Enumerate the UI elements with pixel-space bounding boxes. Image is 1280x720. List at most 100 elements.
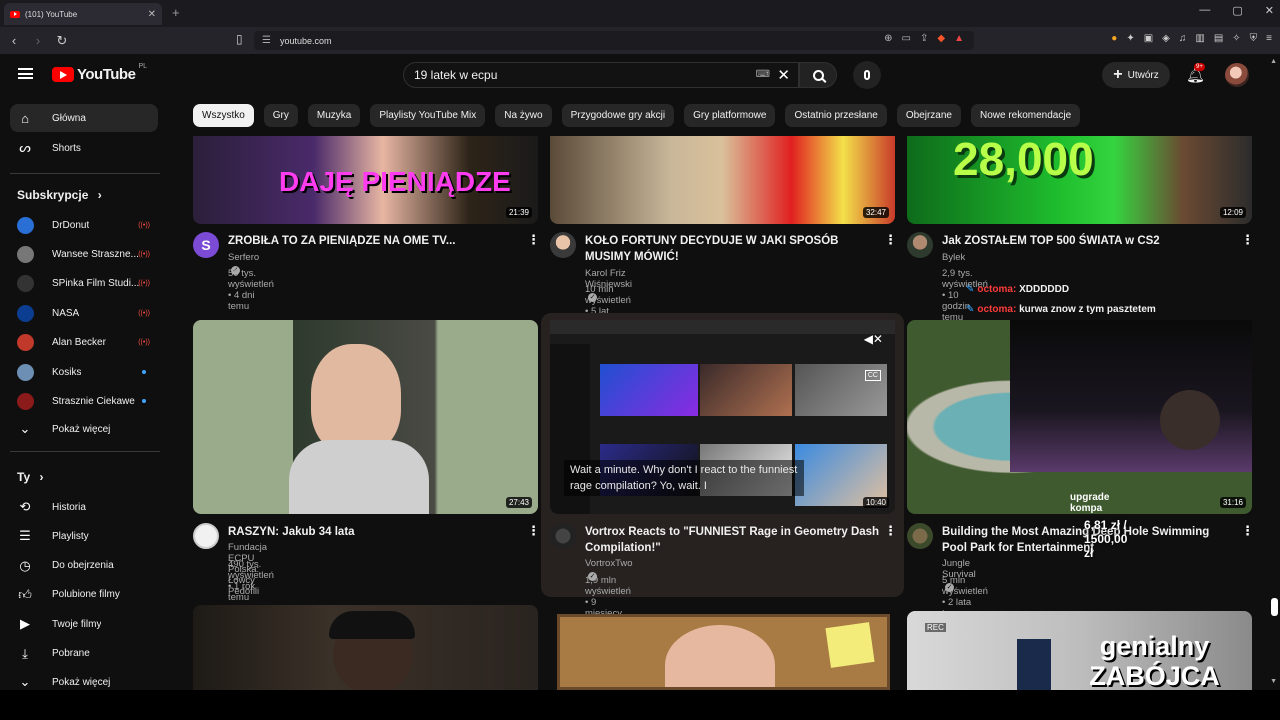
- video-title[interactable]: KOŁO FORTUNY DECYDUJE W JAKI SPOSÓB MUSI…: [585, 233, 885, 265]
- minimize-icon[interactable]: —: [1199, 4, 1210, 17]
- sidebar-item-thumbs-up[interactable]: 👍︎ Polubione filmy: [10, 581, 158, 609]
- captions-icon[interactable]: CC: [864, 370, 881, 381]
- create-button[interactable]: + Utwórz: [1102, 62, 1170, 88]
- chip-2[interactable]: Muzyka: [307, 104, 361, 127]
- video-preview[interactable]: Wait a minute. Why don't I react to the …: [550, 320, 895, 514]
- more-actions-icon[interactable]: ⋮: [884, 524, 897, 537]
- sidebar-item-shorts[interactable]: ᔕ Shorts: [10, 134, 158, 162]
- sidebar-item-playlists[interactable]: ☰ Playlisty: [10, 522, 158, 550]
- subscription-item[interactable]: Strasznie Ciekawe: [10, 387, 158, 415]
- scroll-down-icon[interactable]: ▼: [1270, 678, 1277, 685]
- chevron-down-icon: ⌄: [19, 674, 31, 689]
- extension-puzzle-icon[interactable]: ✦: [1126, 33, 1134, 44]
- address-bar[interactable]: ☰ youtube.com: [254, 31, 974, 50]
- more-actions-icon[interactable]: ⋮: [1241, 233, 1254, 246]
- sidebar-item-download[interactable]: ⤓ Pobrane: [10, 640, 158, 668]
- more-actions-icon[interactable]: ⋮: [527, 524, 540, 537]
- sidebar-toggle-icon[interactable]: ▥: [1195, 33, 1204, 44]
- scroll-up-icon[interactable]: ▲: [1270, 58, 1277, 65]
- more-actions-icon[interactable]: ⋮: [527, 233, 540, 246]
- back-icon[interactable]: ‹: [4, 33, 24, 48]
- chip-9[interactable]: Nowe rekomendacje: [970, 104, 1081, 127]
- chip-7[interactable]: Ostatnio przesłane: [785, 104, 887, 127]
- sidebar-item-home[interactable]: ⌂ Główna: [10, 104, 158, 132]
- new-tab-icon[interactable]: +: [172, 5, 180, 20]
- mute-icon[interactable]: ◀✕: [864, 332, 883, 346]
- forward-icon[interactable]: ›: [28, 33, 48, 48]
- chip-1[interactable]: Gry: [263, 104, 298, 127]
- chat-username: octoma:: [977, 284, 1017, 295]
- channel-name[interactable]: Bylek: [942, 252, 965, 263]
- close-window-icon[interactable]: ✕: [1265, 4, 1274, 17]
- chip-0[interactable]: Wszystko: [193, 104, 254, 127]
- channel-avatar[interactable]: [193, 523, 219, 549]
- share-icon[interactable]: ⇪: [920, 33, 928, 44]
- chip-8[interactable]: Obejrzane: [896, 104, 961, 127]
- browser-tab-youtube[interactable]: (101) YouTube ✕: [4, 3, 162, 25]
- subscription-item[interactable]: Wansee Straszne... ((•)): [10, 240, 158, 268]
- video-thumbnail[interactable]: 32:47: [550, 136, 895, 224]
- zoom-icon[interactable]: ⊕: [884, 33, 892, 44]
- sidebar-item-your-videos[interactable]: ▶ Twoje filmy: [10, 610, 158, 638]
- channel-avatar[interactable]: [550, 232, 576, 258]
- search-button[interactable]: [799, 62, 837, 88]
- close-tab-icon[interactable]: ✕: [148, 9, 156, 20]
- voice-search-button[interactable]: [853, 61, 881, 89]
- show-more-subscriptions[interactable]: ⌄ Pokaż więcej: [10, 415, 158, 443]
- menu-icon[interactable]: ≡: [1266, 33, 1272, 44]
- channel-avatar[interactable]: [550, 523, 576, 549]
- subscriptions-heading[interactable]: Subskrypcje ›: [17, 188, 102, 202]
- subscription-item[interactable]: SPinka Film Studi... ((•)): [10, 270, 158, 298]
- channel-avatar[interactable]: [907, 232, 933, 258]
- keyboard-icon[interactable]: ⌨: [756, 69, 770, 80]
- rewards-icon[interactable]: ▲: [954, 33, 964, 44]
- video-thumbnail[interactable]: DAJĘ PIENIĄDZE 21:39: [193, 136, 538, 224]
- music-icon[interactable]: ♫: [1179, 33, 1187, 44]
- more-actions-icon[interactable]: ⋮: [1241, 524, 1254, 537]
- leo-icon[interactable]: ✧: [1232, 33, 1240, 44]
- maximize-icon[interactable]: ▢: [1232, 4, 1242, 17]
- sidebar-item-history[interactable]: ⟲ Historia: [10, 493, 158, 521]
- video-title[interactable]: Vortrox Reacts to "FUNNIEST Rage in Geom…: [585, 524, 885, 556]
- video-thumbnail[interactable]: [193, 605, 538, 690]
- extension-icon[interactable]: ●: [1111, 33, 1117, 44]
- chip-6[interactable]: Gry platformowe: [684, 104, 776, 127]
- vpn-icon[interactable]: ⛨: [1250, 33, 1258, 44]
- video-title[interactable]: RASZYN: Jakub 34 lata: [228, 524, 518, 540]
- video-title[interactable]: ZROBIŁA TO ZA PIENIĄDZE NA OME TV...: [228, 233, 518, 249]
- video-thumbnail[interactable]: 28,000 12:09: [907, 136, 1252, 224]
- youtube-logo[interactable]: YouTube PL: [52, 63, 147, 83]
- scrollbar-thumb[interactable]: [1271, 598, 1278, 616]
- video-thumbnail[interactable]: [557, 614, 890, 690]
- channel-avatar[interactable]: S: [193, 232, 219, 258]
- reload-icon[interactable]: ↻: [52, 33, 72, 49]
- brave-shield-icon[interactable]: ◆: [937, 33, 945, 44]
- chip-3[interactable]: Playlisty YouTube Mix: [370, 104, 486, 127]
- subscription-label: Alan Becker: [52, 337, 106, 349]
- subscription-item[interactable]: DrDonut ((•)): [10, 211, 158, 239]
- site-settings-icon[interactable]: ☰: [262, 35, 271, 46]
- chip-4[interactable]: Na żywo: [495, 104, 552, 127]
- more-actions-icon[interactable]: ⋮: [884, 233, 897, 246]
- sidebar-item-watch-later[interactable]: ◷ Do obejrzenia: [10, 552, 158, 580]
- subscription-item[interactable]: Kosiks: [10, 358, 158, 386]
- account-avatar[interactable]: [1225, 63, 1249, 87]
- wallet-icon[interactable]: ▤: [1214, 33, 1223, 44]
- bookmark-icon[interactable]: ▯: [236, 32, 243, 46]
- video-thumbnail[interactable]: 27:43: [193, 320, 538, 514]
- plus-icon: +: [1113, 66, 1123, 83]
- subscription-item[interactable]: NASA ((•)): [10, 299, 158, 327]
- you-heading[interactable]: Ty ›: [17, 470, 43, 484]
- chip-5[interactable]: Przygodowe gry akcji: [561, 104, 675, 127]
- video-thumbnail[interactable]: REC genialny ZABÓJCA: [907, 611, 1252, 690]
- cast-icon[interactable]: ▭: [902, 33, 911, 44]
- subscription-item[interactable]: Alan Becker ((•)): [10, 329, 158, 357]
- hamburger-menu-icon[interactable]: [18, 68, 33, 79]
- channel-avatar[interactable]: [907, 523, 933, 549]
- extension-shield-icon[interactable]: ◈: [1162, 33, 1170, 44]
- video-title[interactable]: Jak ZOSTAŁEM TOP 500 ŚWIATA w CS2: [942, 233, 1232, 249]
- page-scrollbar[interactable]: [1268, 54, 1280, 690]
- search-input[interactable]: 19 latek w ecpu ⌨ ✕: [403, 62, 799, 88]
- extension-box-icon[interactable]: ▣: [1144, 33, 1153, 44]
- clear-search-icon[interactable]: ✕: [777, 66, 790, 84]
